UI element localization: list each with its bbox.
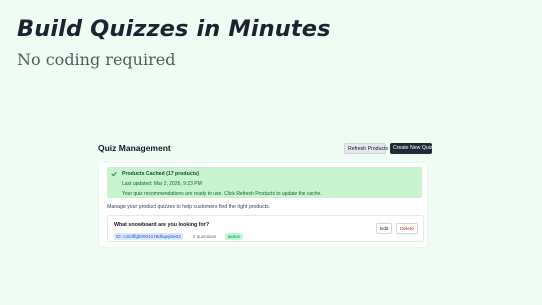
hero: Build Quizzes in Minutes No coding requi… (17, 12, 331, 70)
hero-title: Build Quizzes in Minutes (17, 16, 331, 42)
quiz-card: Products Cached (17 products) Last updat… (99, 163, 427, 247)
quiz-list-item: What snowboard are you looking for? ID: … (107, 215, 424, 242)
panel-header: Quiz Management Refresh Products Create … (98, 141, 433, 157)
status-badge: active (225, 233, 244, 240)
question-count: · 2 questions (190, 234, 217, 239)
last-updated-text: Last updated: Mar 2, 2026, 9:23 PM (122, 181, 202, 187)
edit-button[interactable]: Edit (376, 223, 392, 234)
quiz-question: What snowboard are you looking for? (114, 222, 210, 228)
banner-message: Your quiz recommendations are ready to u… (122, 191, 322, 197)
delete-button[interactable]: Delete (396, 223, 418, 234)
refresh-products-button[interactable]: Refresh Products (344, 143, 388, 154)
check-icon (111, 172, 117, 177)
create-new-quiz-button[interactable]: Create New Quiz (390, 143, 433, 154)
intro-text: Manage your product quizzes to help cust… (107, 204, 271, 210)
page-title: Quiz Management (98, 143, 171, 153)
quiz-id-badge: ID: cmi3ffgb0001n78dhqejl2e02 (114, 233, 183, 240)
hero-subtitle: No coding required (17, 50, 176, 69)
banner-title: Products Cached (17 products) (122, 171, 199, 177)
products-cached-banner: Products Cached (17 products) Last updat… (107, 167, 422, 198)
quiz-management-panel: Quiz Management Refresh Products Create … (95, 138, 433, 250)
